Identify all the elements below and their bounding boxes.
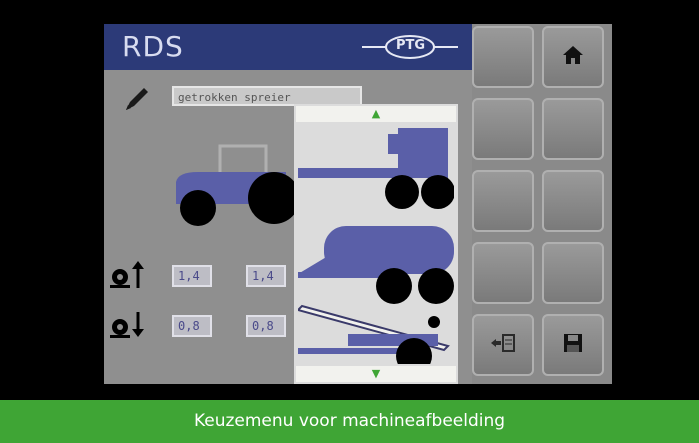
home-icon (562, 45, 584, 69)
machine-image-picker: ▲ ▼ (294, 104, 458, 384)
arrow-up-icon: ▲ (371, 107, 381, 120)
scroll-down-button[interactable]: ▼ (296, 366, 456, 382)
tractor-image (168, 142, 308, 236)
title-bar: RDS PTG (104, 24, 472, 70)
machine-option-trailer-sprayer[interactable] (298, 124, 455, 214)
softkey-7[interactable] (472, 242, 534, 304)
scroll-up-button[interactable]: ▲ (296, 106, 456, 122)
machine-option-tank-trailer[interactable] (298, 214, 454, 304)
terminal-screen: RDS PTG getrokken spreier 1,4 1,4 0,8 0,… (104, 24, 612, 384)
rear-pressure-down[interactable]: 0,8 (246, 315, 286, 337)
import-button[interactable] (472, 314, 534, 376)
softkey-5[interactable] (472, 170, 534, 232)
machine-option-liquid-spreader[interactable] (296, 304, 454, 374)
brand-text: PTG (396, 38, 426, 53)
front-pressure-up[interactable]: 1,4 (172, 265, 212, 287)
front-pressure-down[interactable]: 0,8 (172, 315, 212, 337)
ptg-logo: PTG (360, 32, 460, 62)
pencil-icon[interactable] (122, 84, 152, 118)
rear-pressure-up[interactable]: 1,4 (246, 265, 286, 287)
softkey-4[interactable] (542, 98, 604, 160)
arrow-down-icon: ▼ (371, 367, 381, 380)
app-title: RDS (122, 30, 184, 63)
home-button[interactable] (542, 26, 604, 88)
softkey-6[interactable] (542, 170, 604, 232)
tire-pressure-down-icon (108, 310, 148, 344)
save-button[interactable] (542, 314, 604, 376)
tire-pressure-up-icon (108, 260, 148, 294)
machine-name-field[interactable]: getrokken spreier (172, 86, 362, 106)
import-icon (490, 333, 516, 357)
caption-text: Keuzemenu voor machineafbeelding (193, 411, 506, 431)
softkey-1[interactable] (472, 26, 534, 88)
caption-bar: Keuzemenu voor machineafbeelding (0, 400, 699, 443)
save-icon (563, 333, 583, 357)
softkey-3[interactable] (472, 98, 534, 160)
softkey-8[interactable] (542, 242, 604, 304)
